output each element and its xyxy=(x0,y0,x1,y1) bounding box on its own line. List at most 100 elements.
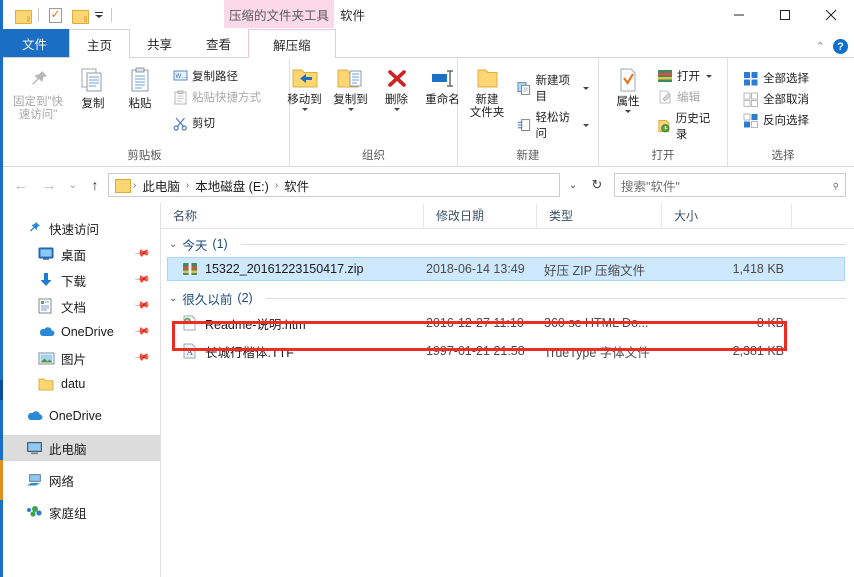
breadcrumb-item-1[interactable]: 本地磁盘 (E:) xyxy=(190,176,274,195)
tab-extract[interactable]: 解压缩 xyxy=(248,29,336,58)
chevron-down-icon[interactable] xyxy=(583,86,589,90)
title-bar: 压缩的文件夹工具 软件 xyxy=(0,0,854,30)
address-dropdown-icon[interactable]: ⌄ xyxy=(562,173,584,197)
sidebar-item-downloads[interactable]: 下载 📌 xyxy=(0,267,160,293)
refresh-icon[interactable]: ↻ xyxy=(586,173,608,197)
recent-locations-button[interactable]: ⌄ xyxy=(64,172,82,198)
new-folder-button[interactable]: 新建 文件夹 xyxy=(464,64,510,122)
pictures-icon xyxy=(38,350,55,366)
breadcrumb[interactable]: › 此电脑 › 本地磁盘 (E:) › 软件 xyxy=(108,173,560,197)
select-none-button[interactable]: 全部取消 xyxy=(740,89,812,109)
tab-share[interactable]: 共享 xyxy=(130,29,189,57)
easy-access-icon xyxy=(517,118,531,131)
folder-icon xyxy=(14,9,32,24)
sidebar-item-onedrive[interactable]: OneDrive xyxy=(0,403,160,429)
quick-access-pin-icon xyxy=(26,220,43,236)
sidebar-item-quick-access[interactable]: 快速访问 xyxy=(0,215,160,241)
delete-button[interactable]: 删除 xyxy=(374,64,420,113)
cut-button[interactable]: 剪切 xyxy=(170,113,264,133)
search-box[interactable]: 搜索"软件" ⌕ xyxy=(614,173,846,197)
sidebar-item-homegroup[interactable]: 家庭组 xyxy=(0,499,160,525)
paste-shortcut-button[interactable]: 粘贴快捷方式 xyxy=(170,87,264,107)
properties-button[interactable]: 属性 xyxy=(605,64,651,115)
column-header-date[interactable]: ⌄ 修改日期 xyxy=(424,202,537,229)
qat-folder-icon[interactable] xyxy=(10,3,34,27)
back-button[interactable]: ← xyxy=(8,172,34,198)
minimize-button[interactable] xyxy=(716,0,762,30)
select-all-button[interactable]: 全部选择 xyxy=(740,68,812,88)
open-button[interactable]: 打开 xyxy=(654,66,721,86)
group-header-today[interactable]: ⌄ 今天 (1) xyxy=(161,233,854,255)
pin-icon[interactable]: 📌 xyxy=(133,324,150,340)
up-button[interactable]: ↑ xyxy=(84,172,106,198)
pin-to-quick-access-button[interactable]: 固定到"快 速访问" xyxy=(6,64,70,124)
chevron-down-icon[interactable]: ⌄ xyxy=(169,239,177,250)
breadcrumb-folder-icon xyxy=(115,179,131,193)
move-to-button[interactable]: 移动到 xyxy=(282,64,328,113)
chevron-down-icon[interactable] xyxy=(625,110,631,113)
sidebar-item-network[interactable]: 网络 xyxy=(0,467,160,493)
copy-button[interactable]: 复制 xyxy=(70,64,116,113)
sidebar-item-onedrive-qa[interactable]: OneDrive 📌 xyxy=(0,319,160,345)
sidebar-item-datu[interactable]: datu xyxy=(0,371,160,397)
history-button[interactable]: 历史记录 xyxy=(654,108,721,144)
file-size: 2,381 KB xyxy=(732,344,784,358)
chevron-down-icon[interactable] xyxy=(583,123,589,127)
new-item-button[interactable]: 新建项目 xyxy=(514,70,592,106)
html-icon: e xyxy=(182,315,198,331)
invert-selection-button[interactable]: 反向选择 xyxy=(740,110,812,130)
chevron-down-icon[interactable] xyxy=(393,108,400,111)
qat-separator xyxy=(38,8,39,22)
pin-icon[interactable]: 📌 xyxy=(133,246,150,262)
pin-icon[interactable]: 📌 xyxy=(133,298,150,314)
breadcrumb-item-2[interactable]: 软件 xyxy=(279,176,314,195)
sidebar-label-pictures: 图片 xyxy=(61,352,87,367)
sidebar-item-documents[interactable]: 文档 📌 xyxy=(0,293,160,319)
column-header-name[interactable]: 名称 xyxy=(161,202,424,229)
pin-icon[interactable]: 📌 xyxy=(133,272,150,288)
chevron-down-icon[interactable] xyxy=(301,108,308,111)
edit-button[interactable]: 编辑 xyxy=(654,87,721,107)
sidebar-item-pictures[interactable]: 图片 📌 xyxy=(0,345,160,371)
table-row[interactable]: 15322_20161223150417.zip 2018-06-14 13:4… xyxy=(167,257,845,281)
close-button[interactable] xyxy=(808,0,854,30)
file-name: Readme-说明.htm xyxy=(205,317,306,332)
chevron-down-icon[interactable] xyxy=(347,108,354,111)
contextual-tab-group-label: 压缩的文件夹工具 xyxy=(228,8,329,23)
pin-icon[interactable]: 📌 xyxy=(133,350,150,366)
collapse-ribbon-icon[interactable]: ⌃ xyxy=(816,40,825,53)
new-folder-label: 新建 文件夹 xyxy=(469,94,505,119)
tab-home[interactable]: 主页 xyxy=(69,29,131,58)
table-row[interactable]: e Readme-说明.htm 2016-12-27 11:10 360 se … xyxy=(168,311,845,335)
qat-customize-dropdown[interactable] xyxy=(91,3,107,27)
qat-properties-button[interactable] xyxy=(43,3,67,27)
copy-path-button[interactable]: W… 复制路径 xyxy=(170,66,264,86)
sidebar-item-this-pc[interactable]: 此电脑 xyxy=(0,435,160,461)
ribbon: 固定到"快 速访问" 复制 粘贴 W… 复制路径 粘贴快捷方式 剪切 剪贴板 移… xyxy=(0,58,854,167)
copy-to-button[interactable]: 复制到 xyxy=(328,64,374,113)
breadcrumb-item-0[interactable]: 此电脑 xyxy=(137,176,185,195)
copy-icon xyxy=(81,68,102,92)
group-header-long-ago[interactable]: ⌄ 很久以前 (2) xyxy=(161,287,854,309)
paste-button[interactable]: 粘贴 xyxy=(116,64,164,113)
qat-separator-2 xyxy=(111,8,112,22)
tab-file[interactable]: 文件 xyxy=(0,29,70,57)
column-header-size[interactable]: 大小 xyxy=(662,202,792,229)
sidebar-label-this-pc: 此电脑 xyxy=(49,442,87,457)
sidebar-item-desktop[interactable]: 桌面 📌 xyxy=(0,241,160,267)
column-label-name: 名称 xyxy=(173,209,198,223)
copy-path-label: 复制路径 xyxy=(192,71,238,83)
table-row[interactable]: A 长城行楷体.TTF 1997-01-21 21:58 TrueType 字体… xyxy=(168,339,845,363)
cut-icon xyxy=(173,117,187,131)
ribbon-group-label-new: 新建 xyxy=(516,150,540,162)
chevron-down-icon[interactable]: ⌄ xyxy=(169,293,177,304)
chevron-down-icon[interactable] xyxy=(706,74,712,78)
maximize-button[interactable] xyxy=(762,0,808,30)
column-header-type[interactable]: 类型 xyxy=(537,202,662,229)
help-icon[interactable]: ? xyxy=(833,39,848,54)
tab-view[interactable]: 查看 xyxy=(189,29,248,57)
qat-new-folder-button[interactable] xyxy=(67,3,91,27)
easy-access-button[interactable]: 轻松访问 xyxy=(514,107,592,143)
search-input[interactable]: 搜索"软件" xyxy=(621,176,832,195)
forward-button[interactable]: → xyxy=(36,172,62,198)
